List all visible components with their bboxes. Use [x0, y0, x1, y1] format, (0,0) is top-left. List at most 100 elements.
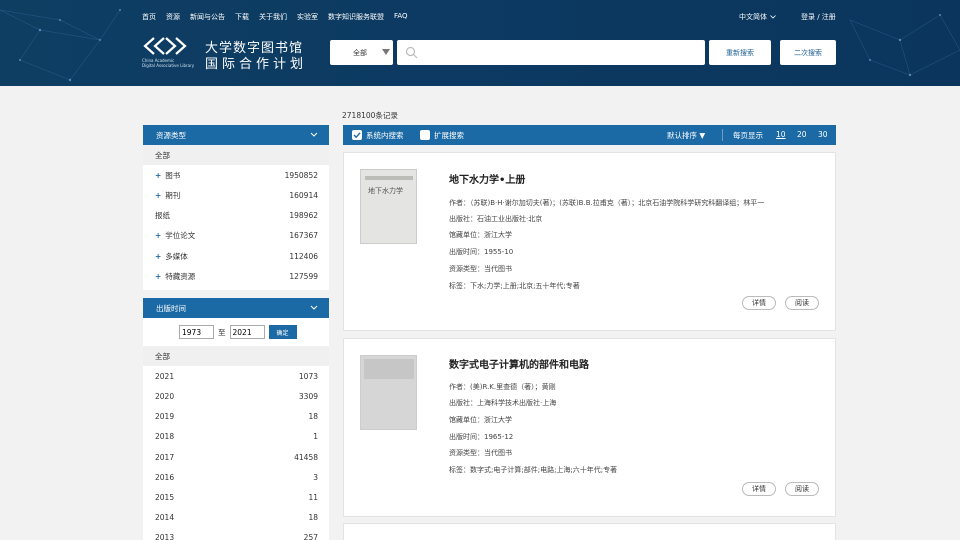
year-range: 至 确定 — [143, 318, 329, 346]
year-label: 2020 — [155, 391, 175, 401]
caret-down-icon: ▼ — [699, 131, 706, 140]
resource-item[interactable]: + 多媒体 112406 — [143, 246, 329, 266]
publication-time-title: 出版时间 — [156, 303, 186, 313]
chevron-down-icon — [310, 132, 318, 137]
extend-search-checkbox[interactable] — [420, 130, 430, 140]
resource-count: 167367 — [289, 231, 318, 241]
resource-type-title: 资源类型 — [156, 130, 186, 140]
expand-plus-icon[interactable]: + — [155, 191, 161, 200]
resource-item[interactable]: + 期刊 160914 — [143, 185, 329, 205]
year-all-label: 全部 — [155, 351, 170, 361]
read-button[interactable]: 阅读 — [785, 296, 819, 310]
search-scope-select[interactable]: 全部 — [330, 40, 393, 65]
resource-type-panel: 资源类型 全部 + 图书 1950852 + 期刊 160914 报纸 198962 + 学… — [143, 125, 329, 290]
year-item[interactable]: 2019 18 — [143, 407, 329, 427]
year-count: 3 — [313, 472, 318, 482]
sort-dropdown[interactable]: 默认排序 ▼ — [667, 130, 705, 141]
result-title[interactable]: 数字式电子计算机的部件和电路 — [449, 356, 589, 371]
search-icon — [405, 46, 418, 59]
expand-plus-icon[interactable]: + — [155, 272, 161, 281]
year-label: 2013 — [155, 533, 175, 540]
year-label: 2018 — [155, 432, 175, 442]
resource-type-header[interactable]: 资源类型 — [143, 125, 329, 145]
expand-plus-icon[interactable]: + — [155, 231, 161, 240]
year-from-input[interactable] — [179, 325, 214, 339]
detail-button[interactable]: 详情 — [742, 482, 776, 496]
resource-all[interactable]: 全部 — [143, 145, 329, 166]
nav-resources[interactable]: 资源 — [166, 12, 180, 22]
inside-search-checkbox[interactable] — [352, 130, 362, 140]
year-item[interactable]: 2013 257 — [143, 528, 329, 540]
year-label: 2019 — [155, 412, 175, 422]
chevron-down-icon — [770, 15, 776, 19]
nav-faq[interactable]: FAQ — [394, 12, 408, 22]
per-page-20[interactable]: 20 — [797, 130, 807, 139]
language-selector[interactable]: 中文简体 — [739, 12, 776, 22]
result-type: 资源类型：当代图书 — [449, 449, 512, 457]
resource-item[interactable]: + 图书 1950852 — [143, 165, 329, 185]
year-item[interactable]: 2021 1073 — [143, 366, 329, 386]
result-date: 出版时间：1965-12 — [449, 433, 514, 441]
cover-title: 地下水力学 — [368, 187, 403, 195]
year-to-input[interactable] — [229, 325, 265, 339]
search-scope-value: 全部 — [353, 48, 367, 57]
year-count: 1 — [313, 432, 318, 442]
nav-news[interactable]: 新闻与公告 — [190, 12, 225, 22]
inside-search-label: 系统内搜索 — [366, 131, 404, 140]
resource-count: 160914 — [289, 190, 318, 200]
logo-subtitle-2: Digital Associative Library — [142, 63, 195, 68]
nav-about[interactable]: 关于我们 — [259, 12, 287, 22]
expand-plus-icon[interactable]: + — [155, 171, 161, 180]
result-publisher: 出版社：石油工业出版社·北京 — [449, 215, 543, 223]
year-count: 3309 — [298, 391, 318, 401]
year-item[interactable]: 2014 18 — [143, 508, 329, 528]
year-confirm-button[interactable]: 确定 — [268, 325, 297, 339]
result-card: 数字式电子计算机的部件和电路 作者：(美)R.K.里查德（著）；黄刚 出版社：上… — [343, 338, 836, 517]
nav-lab[interactable]: 实验室 — [297, 12, 318, 22]
year-label: 2021 — [155, 371, 175, 381]
nav-download[interactable]: 下载 — [235, 12, 249, 22]
nav-home[interactable]: 首页 — [142, 12, 156, 22]
year-all[interactable]: 全部 — [143, 346, 329, 367]
resource-label: 图书 — [165, 170, 181, 180]
resource-item[interactable]: + 特藏资源 127599 — [143, 266, 329, 286]
year-item[interactable]: 2015 11 — [143, 487, 329, 507]
year-item[interactable]: 2016 3 — [143, 467, 329, 487]
per-page-10[interactable]: 10 — [776, 130, 786, 139]
result-holding: 馆藏单位：浙江大学 — [449, 416, 512, 424]
results-toolbar: 系统内搜索 扩展搜索 默认排序 ▼ 每页显示 10 20 30 — [343, 125, 836, 145]
year-label: 2017 — [155, 452, 175, 462]
publication-time-header[interactable]: 出版时间 — [143, 298, 329, 318]
search-input[interactable] — [397, 40, 705, 65]
resource-count: 127599 — [289, 271, 318, 281]
dropdown-arrow-icon — [382, 49, 390, 55]
per-page-30[interactable]: 30 — [818, 130, 828, 139]
site-header: 首页 资源 新闻与公告 下载 关于我们 实验室 数字知识服务联盟 FAQ 中文简… — [0, 0, 960, 86]
resource-item[interactable]: 报纸 198962 — [143, 206, 329, 226]
resource-count: 1950852 — [284, 170, 318, 180]
result-author: 作者：（苏联)B·H·谢尔加切夫(著)；(苏联)B.B.拉甫克（著）；北京石油学… — [449, 199, 765, 207]
result-title[interactable]: 地下水力学•上册 — [449, 171, 525, 186]
nav-alliance[interactable]: 数字知识服务联盟 — [328, 12, 384, 22]
year-item[interactable]: 2017 41458 — [143, 447, 329, 467]
research-button[interactable]: 重新搜索 — [709, 40, 771, 65]
year-item[interactable]: 2018 1 — [143, 427, 329, 447]
detail-button[interactable]: 详情 — [742, 296, 776, 310]
login-register-link[interactable]: 登录 / 注册 — [801, 12, 836, 22]
year-count: 18 — [308, 412, 318, 422]
read-button[interactable]: 阅读 — [785, 482, 819, 496]
chevron-down-icon — [310, 305, 318, 310]
book-cover[interactable] — [360, 355, 417, 430]
cover-band — [365, 176, 413, 180]
book-cover[interactable]: 地下水力学 — [360, 169, 417, 244]
resource-item[interactable]: + 学位论文 167367 — [143, 226, 329, 246]
expand-plus-icon[interactable]: + — [155, 252, 161, 261]
result-tags: 标签：数字式;电子计算;部件;电路;上海;六十年代;专著 — [449, 466, 618, 474]
result-holding: 馆藏单位：浙江大学 — [449, 231, 512, 239]
second-search-button[interactable]: 二次搜索 — [780, 40, 836, 65]
result-card: 地下水力学 地下水力学•上册 作者：（苏联)B·H·谢尔加切夫(著)；(苏联)B… — [343, 152, 836, 331]
year-item[interactable]: 2020 3309 — [143, 386, 329, 406]
result-card — [343, 523, 836, 540]
result-type: 资源类型：当代图书 — [449, 265, 512, 273]
main-nav: 首页 资源 新闻与公告 下载 关于我们 实验室 数字知识服务联盟 FAQ — [142, 12, 408, 22]
